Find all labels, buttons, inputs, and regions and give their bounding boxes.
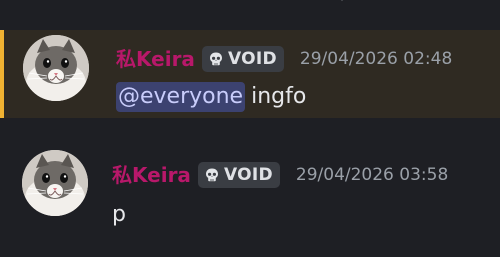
- message-content: @everyone ingfo: [116, 82, 306, 112]
- message-text: p: [112, 202, 126, 227]
- everyone-mention[interactable]: @everyone: [116, 82, 246, 112]
- previous-message-fragment: [336, 0, 348, 1]
- message-content: p: [112, 200, 126, 230]
- timestamp: 29/04/2026 02:48: [299, 49, 453, 69]
- username[interactable]: 私Keira: [112, 162, 191, 188]
- message-header: 私Keira VOID 29/04/2026 03:58: [112, 162, 448, 188]
- skull-icon: [209, 52, 222, 66]
- avatar[interactable]: [23, 35, 89, 101]
- message-text: ingfo: [251, 84, 307, 109]
- avatar[interactable]: [22, 150, 88, 216]
- chat-view: 私Keira VOID 29/04/2026 02:48 @everyone i…: [0, 0, 500, 257]
- timestamp: 29/04/2026 03:58: [295, 165, 449, 185]
- message-header: 私Keira VOID 29/04/2026 02:48: [116, 46, 452, 72]
- server-tag-label: VOID: [227, 49, 277, 69]
- message-row[interactable]: 私Keira VOID 29/04/2026 02:48 @everyone i…: [0, 30, 500, 118]
- server-tag[interactable]: VOID: [197, 162, 280, 188]
- server-tag[interactable]: VOID: [201, 46, 284, 72]
- message-row[interactable]: 私Keira VOID 29/04/2026 03:58 p: [0, 132, 500, 242]
- username[interactable]: 私Keira: [116, 46, 195, 72]
- cat-avatar-icon: [23, 35, 89, 101]
- cat-avatar-icon: [22, 150, 88, 216]
- server-tag-label: VOID: [223, 165, 273, 185]
- skull-icon: [205, 168, 218, 182]
